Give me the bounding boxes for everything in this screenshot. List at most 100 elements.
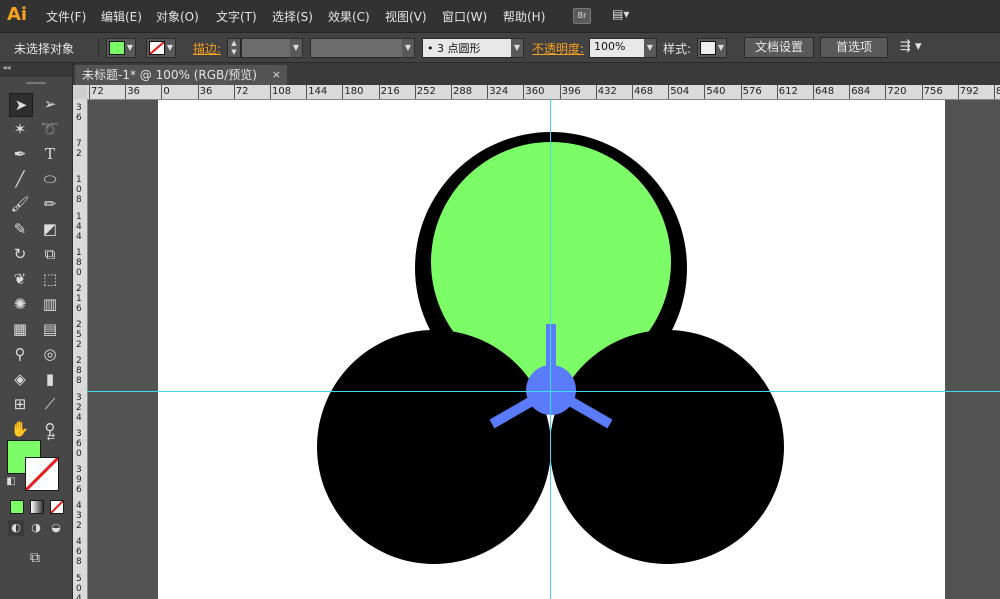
lasso-icon[interactable]: ➰ — [39, 118, 61, 140]
mesh-icon[interactable]: ▦ — [9, 318, 31, 340]
menu-type[interactable]: 文字(T) — [216, 8, 257, 25]
menu-effect[interactable]: 效果(C) — [328, 8, 370, 25]
slice-icon[interactable]: ◈ — [9, 368, 31, 390]
opacity-label[interactable]: 不透明度: — [532, 40, 584, 57]
ruler-label: 720 — [887, 86, 907, 97]
menu-help[interactable]: 帮助(H) — [503, 8, 545, 25]
pencil-icon[interactable]: ✏ — [39, 193, 61, 215]
column-graph-icon[interactable]: ▮ — [39, 368, 61, 390]
preferences-button[interactable]: 首选项 — [820, 37, 888, 58]
color-mode-button[interactable] — [10, 500, 24, 514]
divider — [98, 39, 99, 57]
ruler-label: 1 — [76, 175, 82, 186]
menu-view[interactable]: 视图(V) — [385, 8, 427, 25]
vertical-ruler[interactable]: 3672108144180216252288324360396432468504 — [73, 99, 88, 599]
ruler-tick — [89, 85, 90, 99]
scale-icon[interactable]: ⧉ — [39, 243, 61, 265]
ruler-label: 8 — [76, 257, 82, 268]
swap-fill-stroke-icon[interactable]: ⇄ — [44, 431, 58, 445]
black-circle-right[interactable] — [550, 330, 784, 564]
artboard[interactable] — [158, 100, 945, 599]
eyedropper-icon[interactable]: ⚲ — [9, 343, 31, 365]
stroke-weight-field[interactable]: ▼ — [241, 38, 303, 58]
ruler-label: 648 — [815, 86, 835, 97]
workspace-switcher-icon[interactable]: ▤▾ — [612, 7, 638, 23]
black-circle-left[interactable] — [317, 330, 551, 564]
ruler-label: 2 — [76, 356, 82, 367]
ruler-label: 288 — [453, 86, 473, 97]
ruler-label: 108 — [272, 86, 292, 97]
default-colors-icon[interactable]: ◧ — [4, 475, 18, 489]
artwork-canvas[interactable] — [158, 100, 945, 599]
ruler-origin[interactable] — [73, 85, 88, 100]
pen-icon[interactable]: ✒ — [9, 143, 31, 165]
stroke-weight-stepper[interactable]: ▲ ▼ — [227, 38, 241, 58]
direct-selection-icon[interactable]: ➢ — [39, 93, 61, 115]
document-tab[interactable]: 未标题-1* @ 100% (RGB/预览) × — [75, 65, 287, 85]
draw-behind-icon[interactable]: ◑ — [28, 520, 44, 536]
rotate-icon[interactable]: ↻ — [9, 243, 31, 265]
menu-file[interactable]: 文件(F) — [46, 8, 86, 25]
free-transform-icon[interactable]: ⬚ — [39, 268, 61, 290]
ruler-label: 144 — [308, 86, 328, 97]
close-icon[interactable]: × — [272, 65, 281, 85]
ruler-tick — [849, 85, 851, 99]
draw-normal-icon[interactable]: ◐ — [8, 520, 24, 536]
chevron-down-icon: ▼ — [717, 43, 724, 52]
ruler-label: 72 — [235, 86, 249, 97]
ruler-label: 756 — [923, 86, 943, 97]
knife-icon[interactable]: ⟋ — [39, 393, 61, 415]
opacity-field[interactable]: 100% ▼ — [589, 38, 657, 58]
ruler-label: 468 — [634, 86, 654, 97]
gradient-mode-button[interactable] — [30, 500, 44, 514]
symbol-sprayer-icon[interactable]: ✺ — [9, 293, 31, 315]
menu-select[interactable]: 选择(S) — [272, 8, 313, 25]
ruler-label: 0 — [76, 448, 82, 459]
chevron-down-icon: ▼ — [402, 39, 414, 57]
ruler-label: 8 — [76, 376, 82, 387]
graph-icon[interactable]: ▥ — [39, 293, 61, 315]
stroke-label[interactable]: 描边: — [193, 40, 221, 57]
hand-icon[interactable]: ✋ — [9, 418, 31, 440]
fill-swatch-dropdown[interactable]: ▼ — [106, 38, 136, 58]
ruler-label: 576 — [742, 86, 762, 97]
stroke-swatch-dropdown[interactable]: ▼ — [146, 38, 176, 58]
stroke-color-box[interactable] — [25, 457, 59, 491]
menu-object[interactable]: 对象(O) — [156, 8, 199, 25]
warp-icon[interactable]: ❦ — [9, 268, 31, 290]
ruler-label: 612 — [778, 86, 798, 97]
bridge-icon[interactable]: Br — [573, 8, 591, 24]
variable-width-profile[interactable]: ▼ — [310, 38, 415, 58]
line-icon[interactable]: ╱ — [9, 168, 31, 190]
ruler-label: 252 — [416, 86, 436, 97]
selection-icon[interactable]: ➤ — [9, 93, 33, 117]
ruler-label: 3 — [76, 465, 82, 475]
menu-bar: Ai 文件(F) 编辑(E) 对象(O) 文字(T) 选择(S) 效果(C) 视… — [0, 0, 1000, 33]
artboard-icon[interactable]: ⊞ — [9, 393, 31, 415]
brush-definition-dropdown[interactable]: • 3 点圆形 ▼ — [422, 38, 524, 58]
graphic-style-dropdown[interactable]: ▼ — [697, 38, 727, 58]
collapse-panel-icon[interactable]: ◂◂ — [0, 63, 72, 77]
ellipse-icon[interactable]: ⬭ — [39, 168, 61, 190]
blend-icon[interactable]: ◎ — [39, 343, 61, 365]
ruler-tick — [740, 85, 742, 99]
ruler-label: 2 — [76, 521, 82, 532]
ruler-label: 8 — [76, 366, 82, 377]
panel-options-icon[interactable]: ⇶ ▾ — [900, 39, 922, 54]
none-mode-button[interactable] — [50, 500, 64, 514]
gradient-icon[interactable]: ▤ — [39, 318, 61, 340]
magic-wand-icon[interactable]: ✶ — [9, 118, 31, 140]
eraser-icon[interactable]: ◩ — [39, 218, 61, 240]
document-setup-button[interactable]: 文档设置 — [744, 37, 814, 58]
panel-grip[interactable] — [26, 82, 46, 84]
type-icon[interactable]: T — [39, 143, 61, 165]
blob-brush-icon[interactable]: ✎ — [9, 218, 31, 240]
draw-inside-icon[interactable]: ◒ — [48, 520, 64, 536]
menu-window[interactable]: 窗口(W) — [442, 8, 487, 25]
screen-mode-icon[interactable]: ⧉ — [24, 547, 46, 569]
blue-hub[interactable] — [526, 365, 576, 415]
horizontal-ruler[interactable]: 72 36 0 36 72 108 144 180 216 252 288 324 360 396 432 4… — [87, 85, 1000, 100]
menu-edit[interactable]: 编辑(E) — [101, 8, 142, 25]
ruler-label: 0 — [76, 583, 82, 594]
paintbrush-icon[interactable]: 🖌 — [9, 193, 31, 215]
